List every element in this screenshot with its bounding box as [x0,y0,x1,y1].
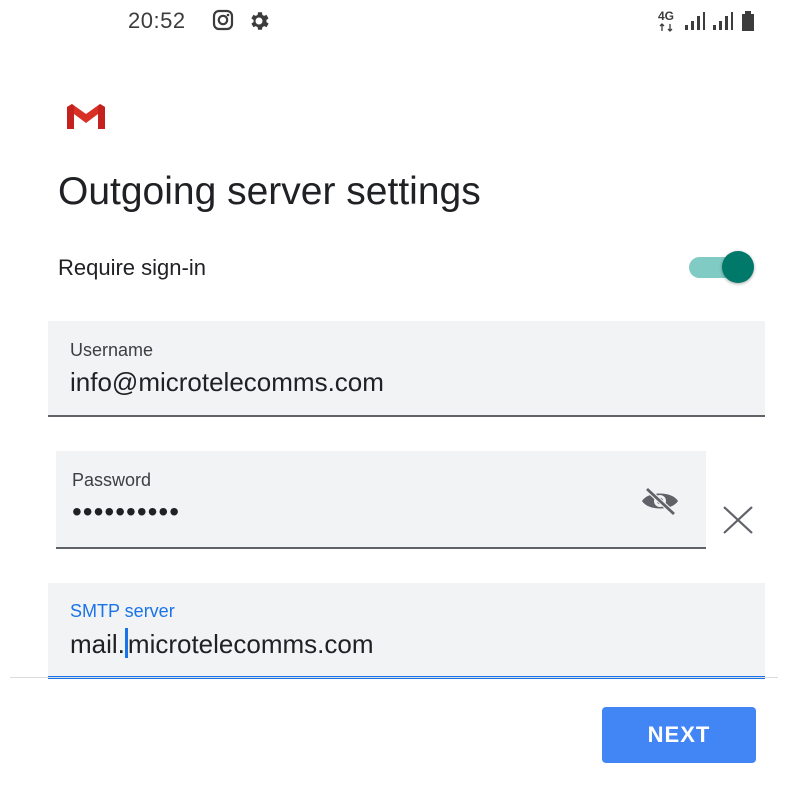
page-title: Outgoing server settings [58,170,481,213]
smtp-value-before-cursor: mail. [70,629,125,659]
status-bar: 20:52 4G [0,0,788,48]
status-time: 20:52 [128,8,186,33]
password-input[interactable]: •••••••••• [72,496,180,528]
battery-icon [741,10,755,37]
username-field[interactable]: Username info@microtelecomms.com [48,321,765,417]
smtp-server-label: SMTP server [70,601,175,621]
smtp-server-input[interactable]: mail. microtelecomms.com [70,628,374,660]
close-icon[interactable] [721,505,755,540]
next-button[interactable]: NEXT [602,707,756,763]
smtp-server-field[interactable]: SMTP server mail. microtelecomms.com [48,583,765,679]
eye-off-icon[interactable] [638,486,682,516]
password-field[interactable]: Password •••••••••• [56,451,706,549]
signal-icon [684,11,706,36]
toggle-thumb [722,251,754,283]
username-underline [48,415,765,417]
instagram-icon [212,9,234,36]
username-label: Username [70,340,154,360]
username-input[interactable]: info@microtelecomms.com [70,367,384,398]
require-signin-toggle[interactable] [686,251,754,283]
signal-icon [712,11,734,36]
smtp-value-after-cursor: microtelecomms.com [127,629,374,659]
gear-icon [247,9,271,38]
network-4g-icon: 4G [657,8,679,39]
password-underline [56,547,706,549]
password-label: Password [72,470,152,490]
divider [10,677,778,678]
network-label: 4G [658,9,674,23]
gmail-logo [64,101,108,136]
require-signin-label: Require sign-in [58,255,206,280]
